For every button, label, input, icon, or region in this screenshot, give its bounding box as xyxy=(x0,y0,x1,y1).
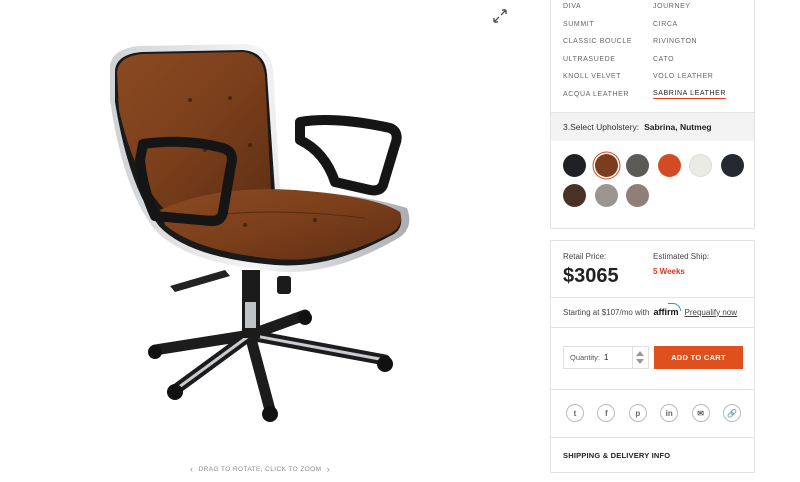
divider xyxy=(551,297,754,298)
material-option[interactable]: CLASSIC BOUCLE xyxy=(563,38,653,45)
expand-icon[interactable] xyxy=(490,6,510,26)
add-to-cart-button[interactable]: ADD TO CART xyxy=(654,346,743,369)
swatch-navy-black[interactable] xyxy=(720,154,744,177)
purchase-box: Retail Price: $3065 Estimated Ship: 5 We… xyxy=(550,240,755,473)
link-icon[interactable]: 🔗 xyxy=(722,404,741,422)
swatch-white[interactable] xyxy=(689,154,712,177)
share-row: t f p in ✉ 🔗 xyxy=(566,404,741,422)
rotate-hint-text: DRAG TO ROTATE, CLICK TO ZOOM xyxy=(198,465,322,473)
rotate-right-icon[interactable]: › xyxy=(327,464,330,474)
material-option[interactable]: KNOLL VELVET xyxy=(563,73,653,80)
decrement-icon[interactable] xyxy=(636,359,644,364)
quantity-input[interactable] xyxy=(600,348,623,367)
chair-image[interactable] xyxy=(95,40,425,435)
swatch-taupe[interactable] xyxy=(594,184,618,207)
linkedin-icon[interactable]: in xyxy=(660,404,679,422)
rotate-left-icon[interactable]: ‹ xyxy=(190,464,193,474)
swatch-mushroom[interactable] xyxy=(626,184,649,207)
divider xyxy=(551,389,754,390)
material-option[interactable]: ACQUA LEATHER xyxy=(563,91,653,98)
divider xyxy=(551,437,754,438)
divider xyxy=(551,327,754,328)
financing-row: Starting at $107/mo with affirm Prequali… xyxy=(563,303,737,317)
retail-price-label: Retail Price: xyxy=(563,252,607,261)
material-option-selected[interactable]: SABRINA LEATHER xyxy=(653,90,727,99)
financing-text: Starting at $107/mo with xyxy=(563,307,650,317)
material-option[interactable]: ULTRASUEDE xyxy=(563,56,653,63)
facebook-icon[interactable]: f xyxy=(597,404,616,422)
material-option[interactable]: DIVA xyxy=(563,3,653,10)
twitter-icon[interactable]: t xyxy=(566,404,584,422)
product-viewer[interactable]: ‹ DRAG TO ROTATE, CLICK TO ZOOM › xyxy=(0,0,545,482)
upholstery-label: 3.Select Upholstery: xyxy=(563,122,640,132)
swatch-grid xyxy=(550,141,755,229)
estimated-ship-value: 5 Weeks xyxy=(653,267,685,276)
increment-icon[interactable] xyxy=(636,351,644,356)
swatch-black[interactable] xyxy=(563,154,586,177)
upholstery-value: Sabrina, Nutmeg xyxy=(644,122,712,132)
quantity-stepper: Quantity: xyxy=(563,346,649,369)
product-options-panel: DIVA JOURNEY SUMMIT CIRCA CLASSIC BOUCLE RI… xyxy=(550,0,755,482)
upholstery-header: 3.Select Upholstery: Sabrina, Nutmeg xyxy=(550,112,755,141)
material-option[interactable]: RIVINGTON xyxy=(653,38,743,45)
swatch-nutmeg[interactable] xyxy=(594,154,618,177)
affirm-logo: affirm xyxy=(653,303,681,317)
pinterest-icon[interactable]: p xyxy=(628,404,647,422)
material-option[interactable]: SUMMIT xyxy=(563,21,653,28)
prequalify-link[interactable]: Prequalify now xyxy=(685,308,737,317)
swatch-orange[interactable] xyxy=(657,154,681,177)
estimated-ship-label: Estimated Ship: xyxy=(653,252,710,261)
swatch-chocolate[interactable] xyxy=(563,184,586,207)
material-option[interactable]: CATO xyxy=(653,56,743,63)
retail-price: $3065 xyxy=(563,265,619,287)
material-option[interactable]: CIRCA xyxy=(653,21,743,28)
email-icon[interactable]: ✉ xyxy=(691,404,710,422)
rotate-hint: ‹ DRAG TO ROTATE, CLICK TO ZOOM › xyxy=(190,462,330,476)
material-list: DIVA JOURNEY SUMMIT CIRCA CLASSIC BOUCLE RI… xyxy=(550,0,755,112)
swatch-graphite[interactable] xyxy=(626,154,649,177)
shipping-delivery-link[interactable]: SHIPPING & DELIVERY INFO xyxy=(563,451,670,460)
material-option[interactable]: JOURNEY xyxy=(653,3,743,10)
quantity-label: Quantity: xyxy=(570,353,601,362)
quantity-arrows xyxy=(632,347,648,368)
material-option[interactable]: VOLO LEATHER xyxy=(653,73,743,80)
